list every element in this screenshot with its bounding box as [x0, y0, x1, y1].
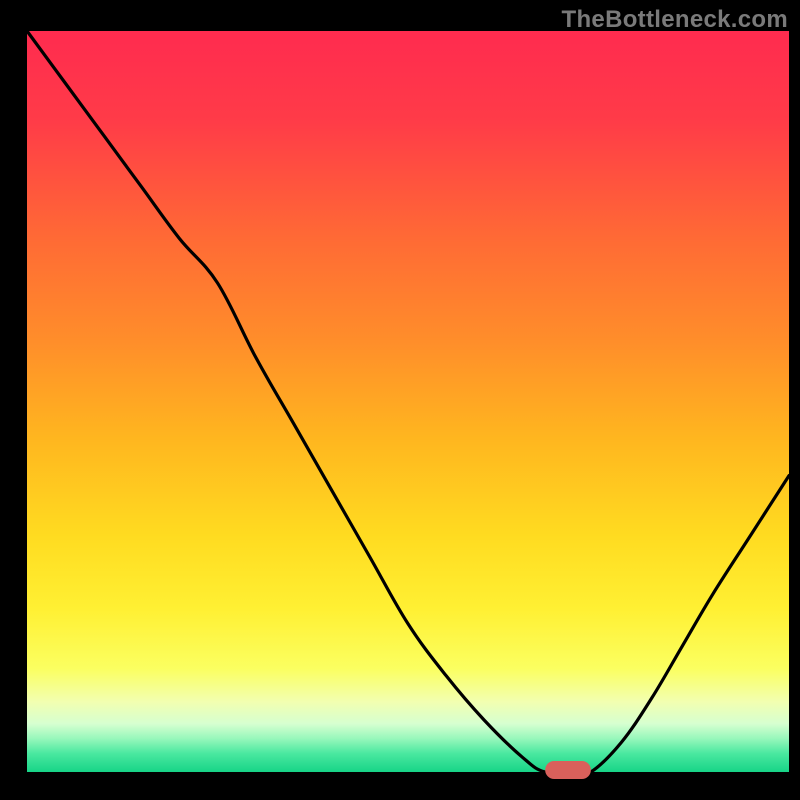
- watermark-label: TheBottleneck.com: [562, 6, 788, 34]
- optimal-marker: [545, 761, 591, 779]
- bottleneck-chart: [0, 0, 800, 800]
- chart-container: TheBottleneck.com: [0, 0, 800, 800]
